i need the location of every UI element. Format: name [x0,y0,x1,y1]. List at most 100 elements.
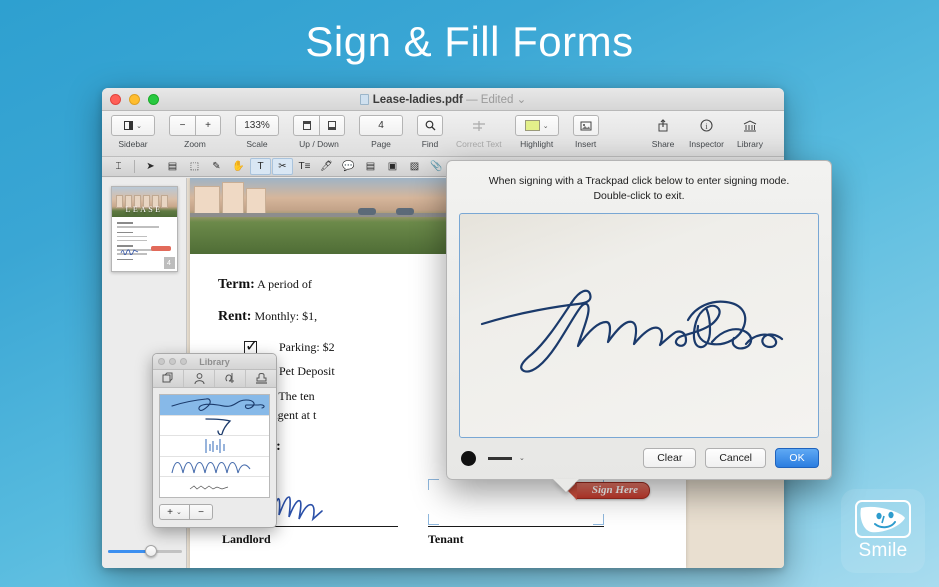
person-tab[interactable] [184,370,215,387]
checkbox-parking[interactable] [244,336,258,355]
page-thumbnail[interactable]: LEASE 4 [110,186,178,272]
text-select-icon[interactable]: ▤ [162,158,183,175]
window-title-text: Lease-ladies.pdf [372,94,463,106]
thumbnail-zoom-slider[interactable] [108,544,182,558]
slider-knob[interactable] [145,545,157,557]
highlighter-icon[interactable]: 🖊 [316,158,337,175]
add-label: + [167,506,173,518]
ok-button[interactable]: OK [775,448,819,469]
doc-rent-text: Monthly: $1, [254,308,318,323]
minimize-button[interactable] [129,93,140,105]
library-panel[interactable]: Library + ⌄ − [152,353,277,528]
toolbar-group-correct-text: Correct Text [456,115,502,149]
cancel-button[interactable]: Cancel [705,448,766,469]
toolbar-group-zoom[interactable]: − + Zoom [168,115,222,149]
toolbar-group-find[interactable]: Find [416,115,444,149]
toolbar-label-page: Page [371,139,391,149]
scale-value[interactable]: 133% [235,115,279,136]
zoom-button[interactable] [148,93,159,105]
stamp-icon[interactable]: ▨ [404,158,425,175]
toolbar-group-library[interactable]: Library [736,115,764,149]
search-icon[interactable] [417,115,443,136]
page-up-icon[interactable] [293,115,319,136]
pencil-icon[interactable]: ✎ [206,158,227,175]
list-item[interactable] [160,395,269,416]
signature-drawing-pad[interactable] [459,213,819,439]
svg-text:i: i [705,122,708,131]
slider-fill [108,550,150,553]
close-button[interactable] [110,93,121,105]
window-title: Lease-ladies.pdf — Edited ⌄ [102,92,784,106]
popover-message-line2: Double-click to exit. [593,190,685,203]
list-item[interactable] [160,416,269,436]
toolbar-group-highlight[interactable]: ⌄ Highlight [514,115,560,149]
ink-color-swatch[interactable] [461,450,476,466]
correct-text-icon [466,115,492,136]
hand-icon[interactable]: ✋ [228,158,249,175]
signature-zone: Landlord Sign Here Tenant [218,478,658,547]
popover-instructions: When signing with a Trackpad click below… [447,161,831,213]
thumbnail-photo: LEASE [111,187,177,217]
checkbox-parking-label: Parking: $2 [279,339,335,354]
smile-logo: Smile [841,489,925,573]
arrow-select-icon[interactable]: ➤ [140,158,161,175]
page-down-icon[interactable] [319,115,345,136]
signature-capture-popover[interactable]: When signing with a Trackpad click below… [446,160,832,492]
chevron-down-icon[interactable]: ⌄ [517,94,527,106]
highlight-swatch[interactable]: ⌄ [514,115,559,136]
toolbar-group-scale[interactable]: 133% Scale [234,115,280,149]
list-item[interactable] [160,457,269,477]
doc-rent-label: Rent: [218,308,252,324]
text-box-icon[interactable]: T≡ [294,158,315,175]
stamp-tab[interactable] [246,370,276,387]
toolbar-group-share[interactable]: Share [649,115,677,149]
library-titlebar: Library [153,354,276,370]
toolbar-divider [134,160,135,173]
redact-icon[interactable]: ✂ [272,158,293,175]
insert-image-icon[interactable] [572,115,599,136]
doc-payment-text: The ten [278,388,315,403]
toolbar-group-page[interactable]: 4 Page [358,115,404,149]
toolbar-label-highlight: Highlight [520,139,554,149]
library-title-text: Library [199,356,230,367]
sidebar-icon[interactable]: ⌄ [111,115,155,136]
edit-text-icon[interactable]: T [250,158,271,175]
toolbar-label-correct-text: Correct Text [456,139,502,149]
doc-term-text: A period of [257,277,312,291]
share-icon[interactable] [650,115,676,136]
library-signature-list[interactable] [159,394,270,498]
zoom-out-button[interactable]: − [169,115,195,136]
clear-button[interactable]: Clear [643,448,697,469]
tenant-label: Tenant [428,531,464,546]
sign-here-badge[interactable]: Sign Here [567,481,650,500]
window-titlebar: Lease-ladies.pdf — Edited ⌄ [102,88,784,111]
list-item[interactable] [160,436,269,457]
library-tabs[interactable] [153,370,276,388]
add-signature-button[interactable]: + ⌄ [159,504,189,520]
library-icon[interactable] [737,115,763,136]
page-number-field[interactable]: 4 [359,115,403,136]
note-icon[interactable]: 💬 [338,158,359,175]
toolbar-group-updown[interactable]: Up / Down [292,115,346,149]
traffic-lights[interactable] [102,93,159,105]
toolbar-right-group: Share i Inspector Library [649,115,776,149]
target-corner-bl [428,513,439,525]
form-icon[interactable]: ▣ [382,158,403,175]
list-icon[interactable]: ▤ [360,158,381,175]
list-item[interactable] [160,477,269,497]
pen-width-dropdown[interactable]: ⌄ [488,454,525,462]
marquee-select-icon[interactable]: ⬚ [184,158,205,175]
attachment-icon[interactable]: 📎 [426,158,447,175]
toolbar-label-zoom: Zoom [184,139,206,149]
toolbar-label-sidebar: Sidebar [118,139,148,149]
text-cursor-icon[interactable]: ⌶ [108,158,129,175]
thumbnail-lease-title: LEASE [125,205,163,214]
shapes-tab[interactable] [153,370,184,387]
zoom-in-button[interactable]: + [195,115,221,136]
inspector-icon[interactable]: i [694,115,720,136]
signature-tab[interactable] [215,370,246,387]
toolbar-group-inspector[interactable]: i Inspector [689,115,724,149]
remove-signature-button[interactable]: − [189,504,213,520]
toolbar-group-sidebar[interactable]: ⌄ Sidebar [110,115,156,149]
toolbar-group-insert[interactable]: Insert [572,115,600,149]
